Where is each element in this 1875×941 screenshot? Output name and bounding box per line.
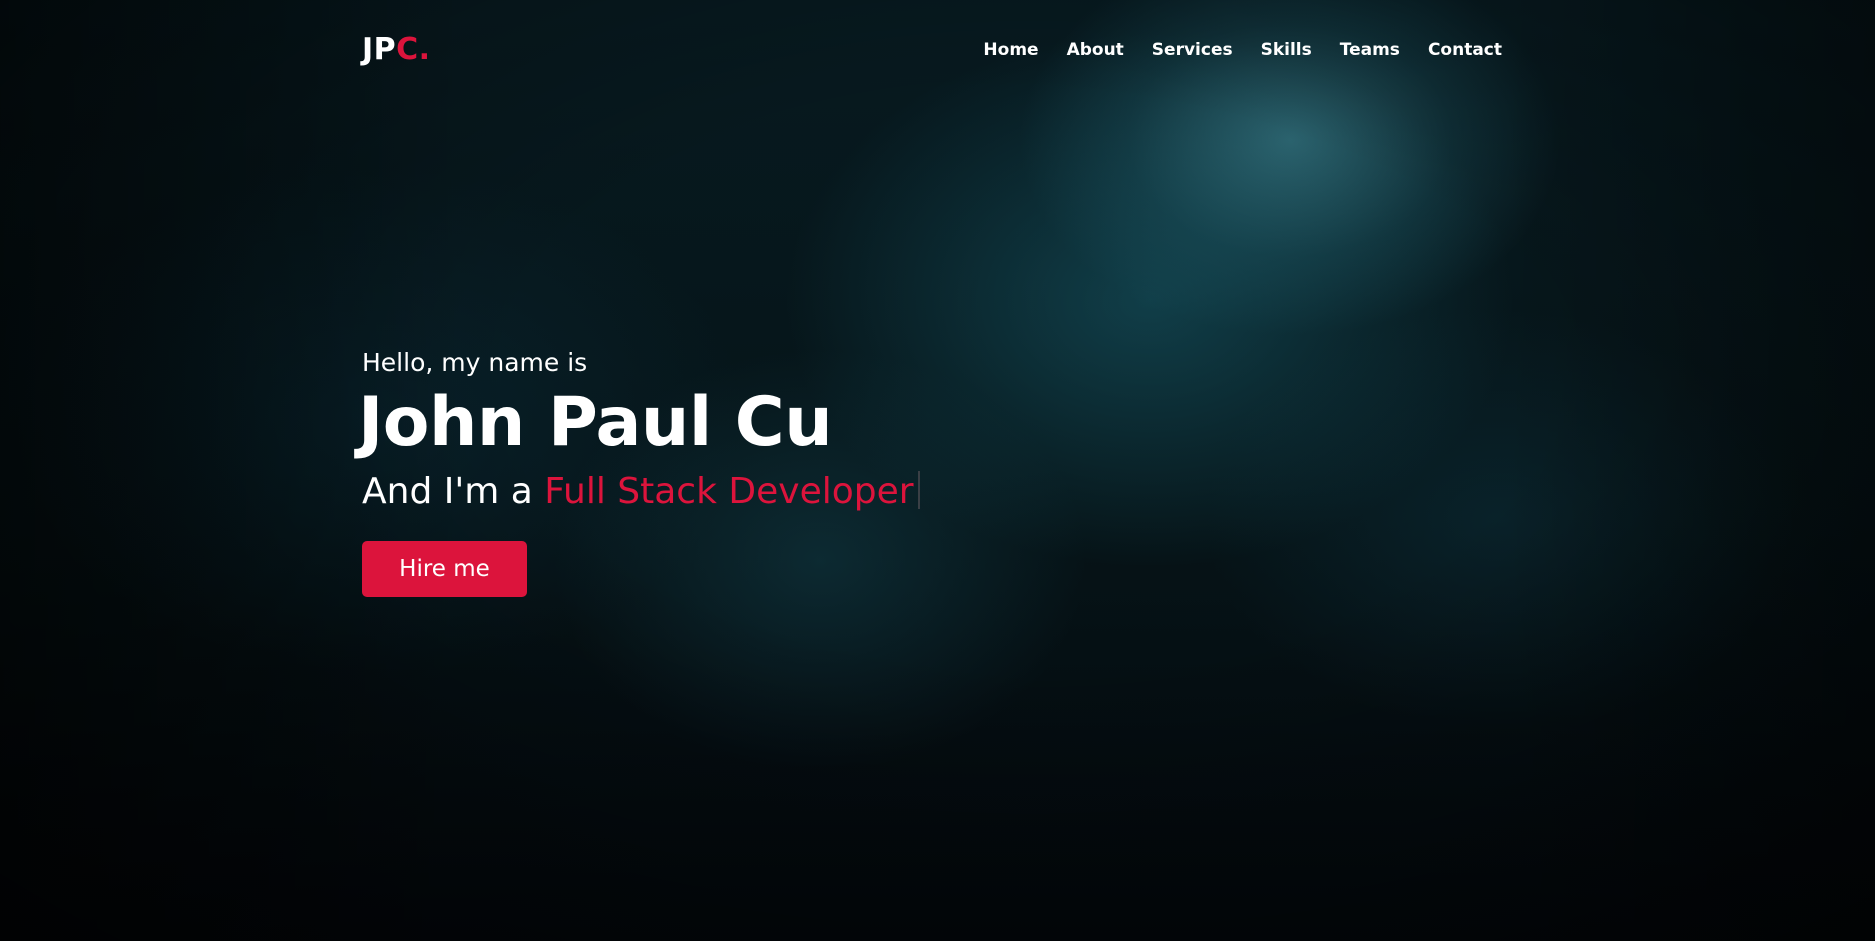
nav-item-about[interactable]: About xyxy=(1067,38,1124,62)
nav-item-home[interactable]: Home xyxy=(983,38,1038,62)
hero-role: And I'm a Full Stack Developer xyxy=(362,468,920,516)
background-overlay xyxy=(0,0,1875,941)
hero-role-prefix: And I'm a xyxy=(362,471,545,512)
typing-cursor xyxy=(917,471,920,509)
hero-greeting: Hello, my name is xyxy=(362,348,588,377)
logo-accent-text: C. xyxy=(396,32,431,67)
hire-me-button[interactable]: Hire me xyxy=(362,541,527,597)
hero-section: JPC. Home About Services Skills Teams Co… xyxy=(0,0,1875,941)
hero-role-typed: Full Stack Developer xyxy=(544,471,914,512)
hero-name: John Paul Cu xyxy=(358,383,833,462)
nav-item-contact[interactable]: Contact xyxy=(1428,38,1502,62)
main-nav: Home About Services Skills Teams Contact xyxy=(983,38,1502,62)
nav-item-skills[interactable]: Skills xyxy=(1261,38,1312,62)
nav-item-teams[interactable]: Teams xyxy=(1340,38,1400,62)
logo-main-text: JP xyxy=(362,32,397,67)
nav-item-services[interactable]: Services xyxy=(1152,38,1233,62)
site-logo[interactable]: JPC. xyxy=(362,32,431,68)
